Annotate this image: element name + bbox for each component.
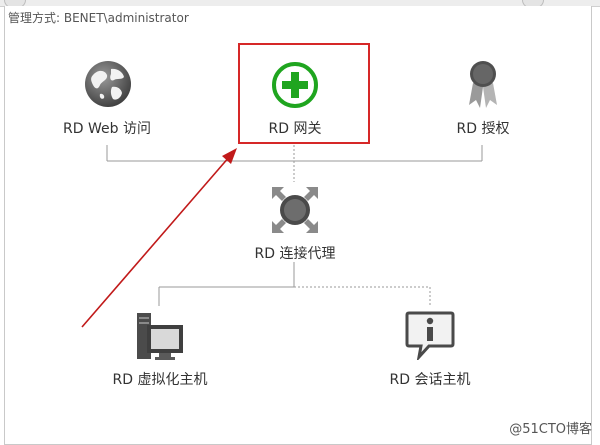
annotation-arrow	[81, 148, 237, 328]
watermark-text: @51CTO博客	[509, 422, 592, 437]
